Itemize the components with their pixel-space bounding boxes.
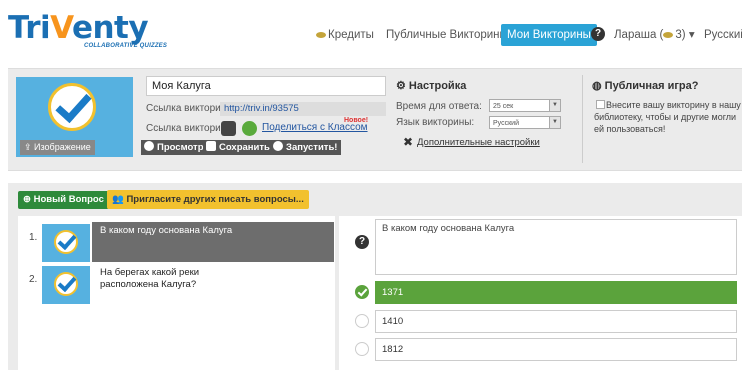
language-label: Язык викторины: (396, 117, 475, 128)
tools-icon: ✖ (403, 135, 414, 149)
time-label: Время для ответа: (396, 101, 482, 112)
advanced-settings-link[interactable]: ✖ Дополнительные настройки (403, 135, 540, 149)
plus-icon: ⊕ (23, 194, 34, 205)
floppy-icon (206, 141, 216, 151)
quiz-title-input[interactable]: Моя Калуга (146, 76, 386, 96)
people-icon: 👥 (112, 194, 127, 205)
chevron-down-icon: ▼ (549, 117, 560, 128)
answer-input[interactable]: 1371 (375, 281, 737, 304)
top-bar: TriVenty COLLABORATIVE QUIZZES Кредиты П… (0, 0, 742, 66)
new-question-label: Новый Вопрос (33, 194, 104, 205)
question-number: 1. (29, 232, 38, 243)
logo-part-main: Tri (8, 10, 51, 46)
logo-word: TriVenty (8, 10, 149, 46)
language-selector[interactable]: Русский (704, 25, 742, 45)
upload-image-label: Изображение (34, 142, 91, 152)
question-text: На берегах какой реки расположена Калуга… (100, 267, 200, 290)
logo-tagline: COLLABORATIVE QUIZZES (84, 43, 168, 49)
advanced-settings-label: Дополнительные настройки (417, 137, 540, 148)
upload-icon: ⇪ (24, 142, 35, 152)
eye-icon (144, 141, 154, 151)
user-name: Лараша (614, 29, 657, 41)
help-icon[interactable]: ? (591, 27, 605, 41)
invite-label: Пригласите других писать вопросы... (126, 194, 304, 205)
chevron-down-icon: ▼ (549, 100, 560, 111)
answer-radio[interactable] (355, 314, 369, 328)
question-list: 1. В каком году основана Калуга 2. На бе… (18, 216, 335, 370)
logo-part-rest: enty (71, 10, 149, 46)
time-select-value: 25 сек (493, 103, 514, 110)
nav-public-quizzes[interactable]: Публичные Викторины (386, 25, 508, 45)
help-icon[interactable]: ? (355, 235, 369, 249)
check-logo-icon (54, 272, 78, 296)
user-menu[interactable]: Лараша (3) ▾ (614, 25, 695, 45)
nav-credits[interactable]: Кредиты (316, 25, 374, 45)
new-badge: Новое! (344, 117, 369, 124)
language-select[interactable]: Русский ▼ (489, 116, 561, 129)
language-select-value: Русский (493, 120, 519, 127)
upload-image-button[interactable]: ⇪ Изображение (20, 140, 95, 155)
play-icon (273, 141, 283, 151)
triventy-logo[interactable]: TriVenty COLLABORATIVE QUIZZES (8, 8, 178, 54)
preview-label: Просмотр (157, 142, 204, 153)
classroom-icon[interactable] (242, 121, 257, 136)
question-textarea[interactable]: В каком году основана Калуга (375, 219, 737, 275)
time-select[interactable]: 25 сек ▼ (489, 99, 561, 112)
launch-label: Запустить! (286, 142, 338, 153)
launch-button[interactable]: Запустить! (270, 140, 342, 155)
gear-icon: ⚙ (396, 80, 409, 92)
list-item[interactable]: 2. На берегах какой реки расположена Кал… (26, 264, 332, 304)
check-logo-icon (54, 230, 78, 254)
question-thumbnail (42, 224, 90, 262)
question-number: 2. (29, 274, 38, 285)
public-game-heading-text: Публичная игра? (604, 80, 699, 92)
nav-credits-label: Кредиты (328, 29, 374, 41)
chevron-down-icon: ▾ (688, 29, 695, 41)
quiz-link-value[interactable]: http://triv.in/93575 (220, 102, 386, 116)
question-text: В каком году основана Калуга (100, 225, 233, 236)
question-thumbnail (42, 266, 90, 304)
check-logo-icon (48, 83, 96, 131)
public-game-heading: ◍ Публичная игра? (592, 79, 698, 92)
settings-heading: ⚙ Настройка (396, 79, 466, 92)
answer-radio[interactable] (355, 342, 369, 356)
new-question-button[interactable]: ⊕ Новый Вопрос (18, 191, 109, 209)
email-icon[interactable] (221, 121, 236, 136)
globe-icon: ◍ (592, 80, 605, 92)
public-game-description: Внесите вашу викторину в нашу библиотеку… (594, 100, 741, 134)
save-label: Сохранить (219, 142, 270, 153)
user-coins: 3 (675, 29, 682, 41)
preview-button[interactable]: Просмотр (141, 140, 208, 155)
quiz-settings-panel: ⇪ Изображение Моя Калуга Ссылка викторин… (8, 68, 742, 171)
coins-icon (316, 31, 326, 38)
answer-input[interactable]: 1410 (375, 310, 737, 333)
answer-input[interactable]: 1812 (375, 338, 737, 361)
correct-answer-radio[interactable] (355, 285, 369, 299)
save-button[interactable]: Сохранить (203, 140, 274, 155)
logo-part-accent: V (50, 10, 72, 46)
quiz-image[interactable]: ⇪ Изображение (16, 77, 133, 157)
nav-my-quizzes[interactable]: Мои Викторины (501, 24, 597, 46)
settings-heading-text: Настройка (408, 80, 467, 92)
divider (582, 75, 583, 163)
coins-icon (663, 31, 674, 38)
list-item[interactable]: 1. В каком году основана Калуга (26, 222, 334, 262)
invite-collaborators-button[interactable]: 👥 Пригласите других писать вопросы... (107, 190, 309, 209)
